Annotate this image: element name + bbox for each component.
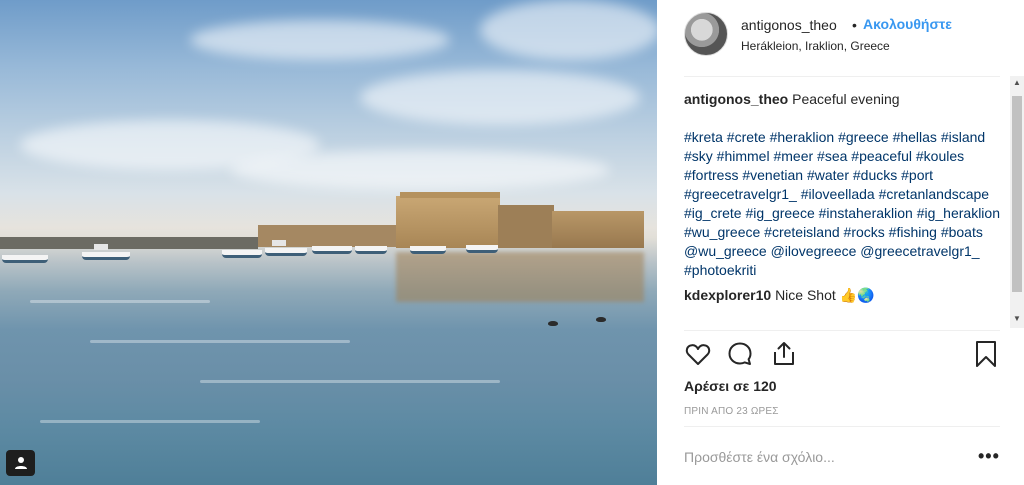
- duck: [548, 321, 558, 326]
- scroll-up-arrow-icon[interactable]: ▲: [1013, 78, 1021, 87]
- follow-button[interactable]: Ακολουθήστε: [863, 16, 952, 32]
- boat: [410, 246, 446, 254]
- cloud: [480, 0, 657, 60]
- caption: antigonos_theo Peaceful evening: [684, 90, 1006, 109]
- boat: [2, 255, 48, 263]
- comment-input[interactable]: [684, 447, 954, 467]
- user-tag-icon[interactable]: [6, 450, 35, 476]
- water-ripple: [200, 380, 500, 383]
- action-bar: [684, 340, 1004, 370]
- boat: [222, 250, 262, 258]
- boat: [265, 248, 307, 256]
- username-link[interactable]: antigonos_theo: [741, 17, 837, 33]
- scroll-down-arrow-icon[interactable]: ▼: [1013, 314, 1021, 323]
- cloud: [230, 150, 610, 190]
- post-photo[interactable]: [0, 0, 657, 485]
- boat: [312, 246, 352, 254]
- avatar[interactable]: [684, 12, 728, 56]
- post-header: antigonos_theo • Ακολουθήστε Herákleion,…: [684, 12, 1000, 58]
- heart-icon[interactable]: [684, 340, 712, 368]
- water-ripple: [40, 420, 260, 423]
- caption-username[interactable]: antigonos_theo: [684, 91, 788, 107]
- boat-cabin: [272, 240, 286, 246]
- divider: [684, 426, 1000, 427]
- caption-text: Peaceful evening: [792, 91, 900, 107]
- comment: kdexplorer10 Nice Shot 👍🌏: [684, 286, 1006, 305]
- bookmark-icon[interactable]: [972, 340, 1000, 368]
- boat: [355, 246, 387, 254]
- boat-cabin: [94, 244, 108, 250]
- divider: [684, 330, 1000, 331]
- fortress: [396, 196, 500, 248]
- boat: [82, 252, 130, 260]
- comment-emoji: 👍🌏: [839, 287, 875, 303]
- post-sidebar: antigonos_theo • Ακολουθήστε Herákleion,…: [657, 0, 1024, 485]
- separator-dot: •: [852, 17, 857, 33]
- cloud: [190, 20, 450, 60]
- water-ripple: [90, 340, 350, 343]
- boat: [466, 245, 498, 253]
- comments-list[interactable]: antigonos_theo Peaceful evening #kreta #…: [684, 90, 1006, 330]
- duck: [596, 317, 606, 322]
- fortress-tower: [552, 211, 644, 248]
- more-options-button[interactable]: •••: [978, 446, 1000, 467]
- divider: [684, 76, 1000, 77]
- location-link[interactable]: Herákleion, Iraklion, Greece: [741, 39, 890, 53]
- likes-count[interactable]: Αρέσει σε 120: [684, 378, 777, 394]
- comments-scrollbar[interactable]: ▲ ▼: [1010, 76, 1024, 328]
- water-ripple: [30, 300, 210, 303]
- fortress-battlements: [400, 192, 500, 198]
- fortress-reflection: [396, 252, 644, 302]
- scroll-thumb[interactable]: [1012, 96, 1022, 292]
- hashtags[interactable]: #kreta #crete #heraklion #greece #hellas…: [684, 128, 1006, 280]
- fortress-side: [498, 205, 554, 248]
- share-icon[interactable]: [770, 340, 798, 368]
- post-timestamp[interactable]: ΠΡΙΝ ΑΠΟ 23 ΩΡΕΣ: [684, 406, 779, 417]
- breakwater: [0, 237, 258, 249]
- comment-icon[interactable]: [726, 340, 754, 368]
- comment-username[interactable]: kdexplorer10: [684, 287, 771, 303]
- comment-text: Nice Shot: [775, 287, 836, 303]
- cloud: [360, 70, 640, 125]
